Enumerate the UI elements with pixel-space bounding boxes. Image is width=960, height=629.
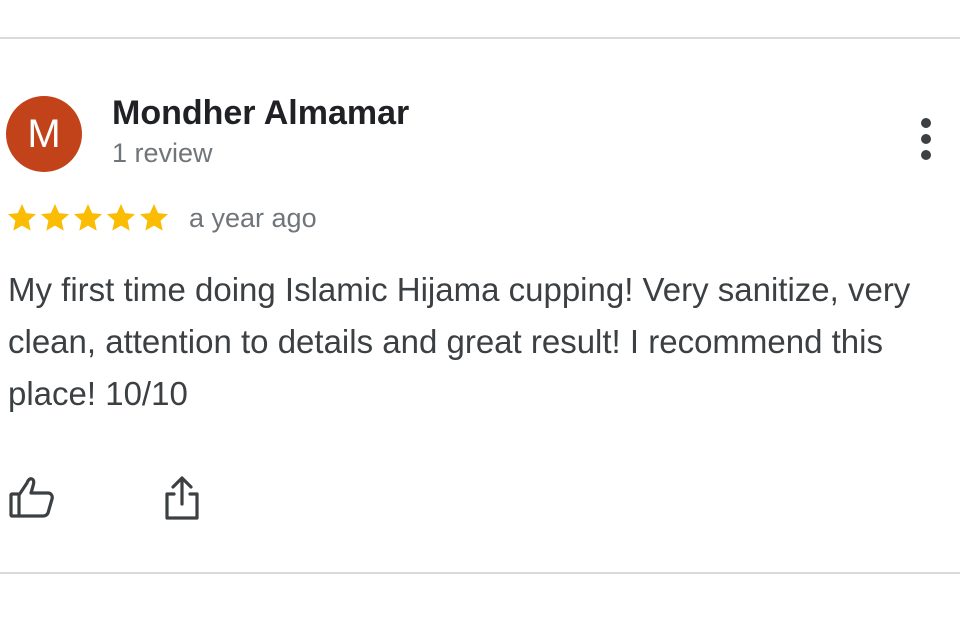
- reviewer-name[interactable]: Mondher Almamar: [112, 94, 409, 133]
- avatar[interactable]: M: [6, 96, 82, 172]
- rating-row: a year ago: [6, 200, 317, 236]
- review-text: My first time doing Islamic Hijama cuppi…: [8, 271, 911, 412]
- top-divider: [0, 37, 960, 39]
- more-dot: [921, 150, 931, 160]
- star-icon: [140, 204, 168, 231]
- star-icon: [8, 204, 36, 231]
- review-time: a year ago: [189, 202, 317, 233]
- more-dot: [921, 118, 931, 128]
- review-count: 1 review: [112, 138, 213, 168]
- more-vert-icon[interactable]: [908, 114, 944, 164]
- share-icon[interactable]: [160, 474, 204, 522]
- star-icon: [107, 204, 135, 231]
- star-icon: [41, 204, 69, 231]
- star-rating: [6, 202, 171, 234]
- star-icon: [74, 204, 102, 231]
- bottom-divider: [0, 572, 960, 574]
- more-dot: [921, 134, 931, 144]
- thumbs-up-icon[interactable]: [8, 474, 56, 520]
- avatar-initial: M: [27, 111, 61, 156]
